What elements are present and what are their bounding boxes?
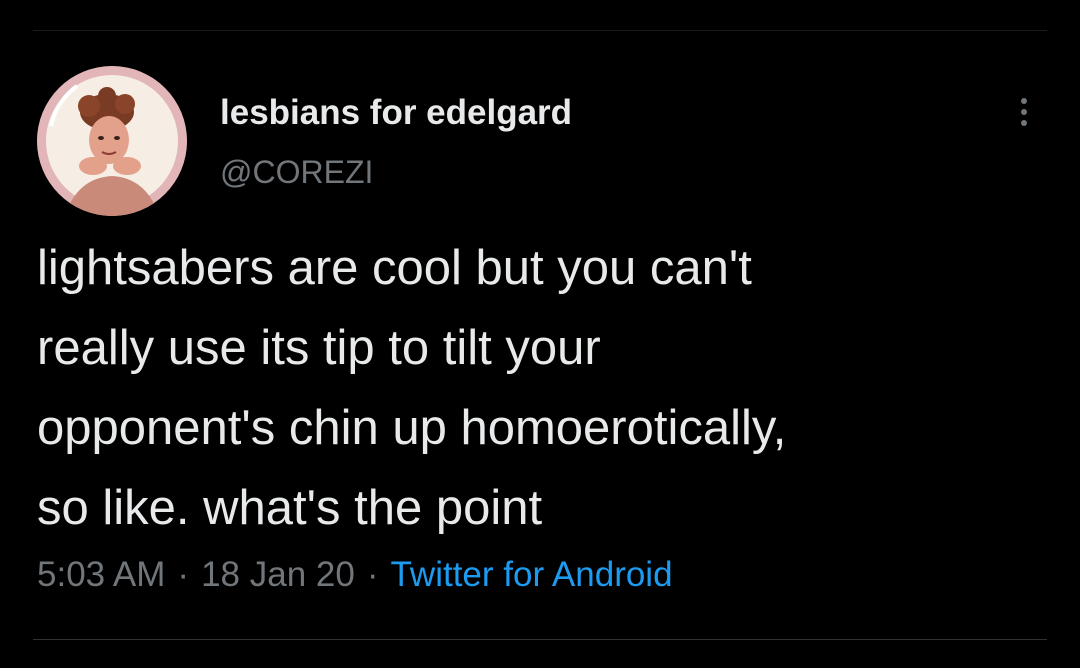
top-divider	[33, 30, 1047, 31]
author-handle[interactable]: @COREZI	[220, 154, 373, 191]
tweet-time[interactable]: 5:03 AM	[37, 555, 165, 594]
meta-separator: ·	[177, 555, 190, 594]
tweet-source-link[interactable]: Twitter for Android	[390, 555, 672, 594]
tweet-date[interactable]: 18 Jan 20	[201, 555, 355, 594]
meta-separator: ·	[366, 555, 379, 594]
author-display-name[interactable]: lesbians for edelgard	[220, 93, 572, 133]
bottom-divider	[33, 639, 1047, 640]
tweet-text: lightsabers are cool but you can't reall…	[37, 241, 787, 535]
author-avatar[interactable]	[37, 66, 187, 216]
avatar-illustration	[37, 66, 187, 216]
more-options-icon	[1021, 98, 1027, 126]
tweet-metadata: 5:03 AM · 18 Jan 20 · Twitter for Android	[37, 555, 673, 595]
more-options-button[interactable]	[1004, 92, 1044, 132]
